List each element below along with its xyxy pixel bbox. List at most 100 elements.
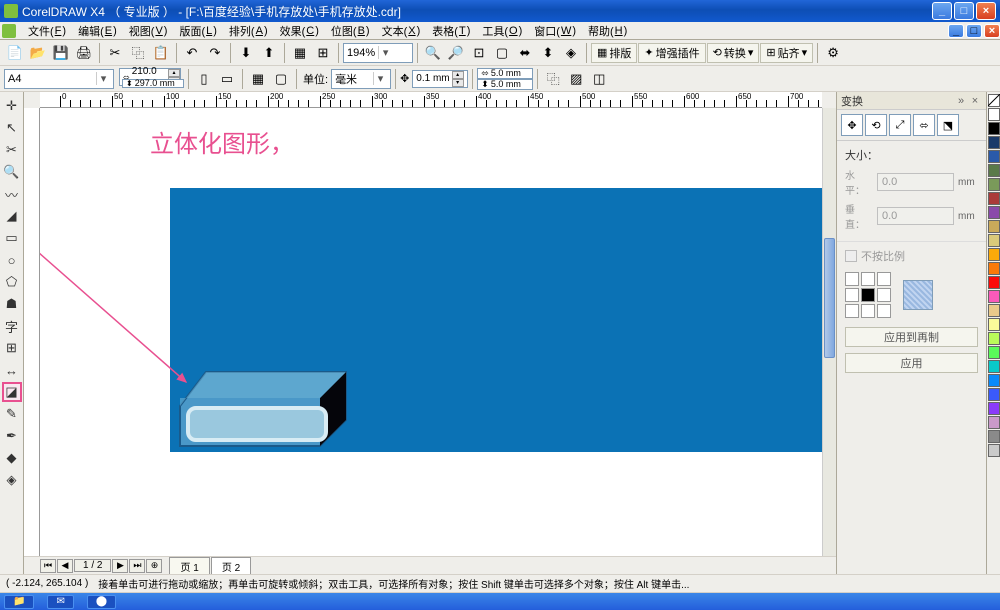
menu-f[interactable]: 文件(F) [22, 23, 72, 39]
scale-tab[interactable]: ⤢ [889, 114, 911, 136]
paper-size-combo[interactable]: A4 ▾ [4, 69, 114, 89]
color-swatch[interactable] [988, 430, 1000, 443]
page-height-input[interactable]: ⬍297.0 mm [122, 79, 184, 88]
apply-to-duplicate-button[interactable]: 应用到再制 [845, 327, 978, 347]
doc-restore-button[interactable]: □ [966, 24, 982, 38]
next-page-button[interactable]: ▶ [112, 559, 128, 573]
page-tab-2[interactable]: 页 2 [211, 557, 251, 575]
zoom-tool[interactable]: 🔍 [2, 162, 22, 182]
landscape-button[interactable]: ▭ [216, 68, 238, 90]
unit-combo[interactable]: 毫米 ▾ [331, 69, 391, 89]
color-swatch[interactable] [988, 346, 1000, 359]
menu-v[interactable]: 视图(V) [123, 23, 174, 39]
menu-x[interactable]: 文本(X) [376, 23, 427, 39]
zoom-width-icon[interactable]: ⬌ [514, 42, 536, 64]
scrollbar-thumb[interactable] [824, 238, 835, 358]
zoom-fit-icon[interactable]: ⊡ [468, 42, 490, 64]
skew-tab[interactable]: ⬔ [937, 114, 959, 136]
interactive-extrude-tool[interactable]: ◪ [2, 382, 22, 402]
pick-tool[interactable]: ✛ [2, 96, 22, 116]
color-swatch[interactable] [988, 164, 1000, 177]
zoom-selection-icon[interactable]: ◈ [560, 42, 582, 64]
shape-tool[interactable]: ↖ [2, 118, 22, 138]
color-swatch[interactable] [988, 136, 1000, 149]
import-button[interactable]: ⬇ [235, 42, 257, 64]
print-button[interactable]: 🖨 [73, 42, 95, 64]
portrait-button[interactable]: ▯ [193, 68, 215, 90]
horizontal-input[interactable]: 0.0 [877, 173, 954, 191]
nudge-offset-input[interactable]: 0.1 mm ▴▾ [412, 70, 468, 88]
treat-as-filled-button[interactable]: ▨ [565, 68, 587, 90]
menu-o[interactable]: 工具(O) [476, 23, 528, 39]
maximize-button[interactable]: □ [954, 2, 974, 20]
smart-fill-tool[interactable]: ◢ [2, 206, 22, 226]
color-swatch[interactable] [988, 360, 1000, 373]
color-swatch[interactable] [988, 220, 1000, 233]
doc-close-button[interactable]: × [984, 24, 1000, 38]
vertical-scrollbar[interactable] [822, 108, 836, 556]
eyedropper-tool[interactable]: ✎ [2, 404, 22, 424]
add-page-button[interactable]: ⊕ [146, 559, 162, 573]
paste-button[interactable]: 📋 [150, 42, 172, 64]
color-swatch[interactable] [988, 262, 1000, 275]
current-page-icon[interactable]: ▢ [270, 68, 292, 90]
duplicate-distance-button[interactable]: ⿻ [542, 68, 564, 90]
text-tool[interactable]: 字 [2, 316, 22, 336]
table-tool[interactable]: ⊞ [2, 338, 22, 358]
zoom-page-icon[interactable]: ▢ [491, 42, 513, 64]
basic-shapes-tool[interactable]: ☗ [2, 294, 22, 314]
color-swatch[interactable] [988, 388, 1000, 401]
color-swatch[interactable] [988, 234, 1000, 247]
color-swatch[interactable] [988, 108, 1000, 121]
interactive-fill-tool[interactable]: ◈ [2, 470, 22, 490]
docker-header[interactable]: 变换 » × [837, 92, 986, 110]
rectangle-tool[interactable]: ▭ [2, 228, 22, 248]
rotate-tab[interactable]: ⟲ [865, 114, 887, 136]
taskbar-item[interactable]: ✉ [47, 595, 73, 609]
color-swatch[interactable] [988, 304, 1000, 317]
redo-button[interactable]: ↷ [204, 42, 226, 64]
grid-y-input[interactable]: ⬍5.0 mm [477, 79, 533, 90]
drawing-canvas[interactable]: 立体化图形， [40, 108, 822, 556]
no-fill-swatch[interactable] [988, 94, 1000, 107]
color-swatch[interactable] [988, 206, 1000, 219]
dimension-tool[interactable]: ↔ [2, 360, 22, 380]
vertical-input[interactable]: 0.0 [877, 207, 954, 225]
color-swatch[interactable] [988, 444, 1000, 457]
enhance-plugin-button[interactable]: ✦ 增强插件 [638, 43, 705, 63]
copy-button[interactable]: ⿻ [127, 42, 149, 64]
color-swatch[interactable] [988, 178, 1000, 191]
to-first-page-button[interactable]: ⏮ [40, 559, 56, 573]
undo-button[interactable]: ↶ [181, 42, 203, 64]
color-swatch[interactable] [988, 318, 1000, 331]
color-swatch[interactable] [988, 192, 1000, 205]
doc-minimize-button[interactable]: _ [948, 24, 964, 38]
app-launcher-button[interactable]: ▦ [289, 42, 311, 64]
docker-menu-icon[interactable]: » [954, 95, 968, 107]
freehand-tool[interactable]: 〰 [2, 184, 22, 204]
menu-t[interactable]: 表格(T) [426, 23, 476, 39]
prev-page-button[interactable]: ◀ [57, 559, 73, 573]
menu-b[interactable]: 位图(B) [325, 23, 376, 39]
anchor-grid[interactable] [845, 272, 891, 318]
crop-tool[interactable]: ✂ [2, 140, 22, 160]
color-swatch[interactable] [988, 150, 1000, 163]
menu-w[interactable]: 窗口(W) [528, 23, 582, 39]
polygon-tool[interactable]: ⬠ [2, 272, 22, 292]
docking-button[interactable]: ▦ 排版 [591, 43, 637, 63]
zoom-in-icon[interactable]: 🔍 [422, 42, 444, 64]
color-swatch[interactable] [988, 374, 1000, 387]
transform-button[interactable]: ⟲ 转换 ▾ [707, 43, 760, 63]
menu-e[interactable]: 编辑(E) [72, 23, 123, 39]
ellipse-tool[interactable]: ○ [2, 250, 22, 270]
color-swatch[interactable] [988, 416, 1000, 429]
apply-button[interactable]: 应用 [845, 353, 978, 373]
menu-a[interactable]: 排列(A) [223, 23, 274, 39]
color-swatch[interactable] [988, 276, 1000, 289]
zoom-combo[interactable]: 194% ▾ [343, 43, 413, 63]
color-swatch[interactable] [988, 248, 1000, 261]
proportional-checkbox[interactable]: 不按比例 [845, 248, 978, 264]
fill-tool[interactable]: ◆ [2, 448, 22, 468]
zoom-height-icon[interactable]: ⬍ [537, 42, 559, 64]
export-button[interactable]: ⬆ [258, 42, 280, 64]
